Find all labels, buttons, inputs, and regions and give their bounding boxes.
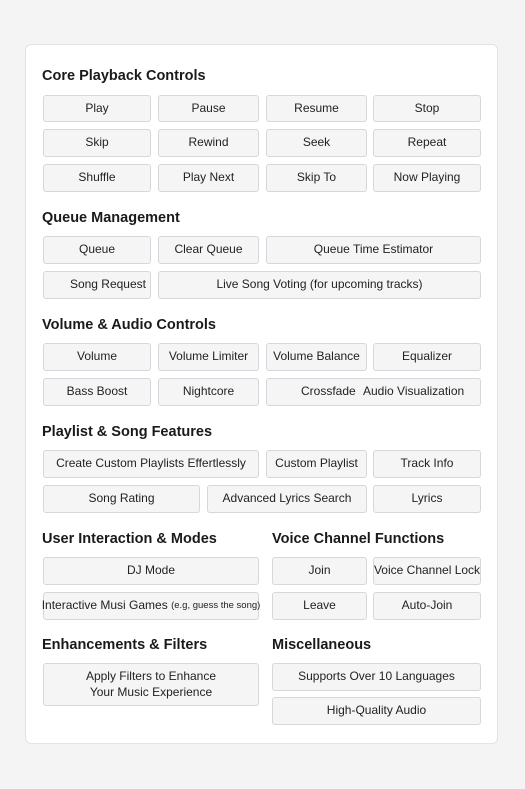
song-request-button[interactable]: Song Request [43,271,151,299]
section-title-voice-channel: Voice Channel Functions [272,531,445,547]
nightcore-button[interactable]: Nightcore [158,378,259,406]
games-label: Interactive Musi Games [41,598,168,613]
create-custom-playlists-button[interactable]: Create Custom Playlists Effertlessly [43,450,259,478]
queue-time-estimator-button[interactable]: Queue Time Estimator [266,236,481,264]
apply-filters-button[interactable]: Apply Filters to Enhance Your Music Expe… [43,663,259,706]
dj-mode-button[interactable]: DJ Mode [43,557,259,585]
auto-join-button[interactable]: Auto-Join [373,592,481,620]
custom-playlist-button[interactable]: Custom Playlist [266,450,367,478]
stop-button[interactable]: Stop [373,95,481,122]
seek-button[interactable]: Seek [266,129,367,157]
rewind-button[interactable]: Rewind [158,129,259,157]
volume-balance-button[interactable]: Volume Balance [266,343,367,371]
apply-filters-line1: Apply Filters to Enhance [85,668,217,683]
section-title-misc: Miscellaneous [272,637,372,653]
shuffle-button[interactable]: Shuffle [43,164,151,192]
equalizer-button[interactable]: Equalizer [373,343,481,371]
resume-button[interactable]: Resume [266,95,367,122]
section-title-enhancements: Enhancements & Filters [42,637,208,653]
games-note: (e.g, guess the song) [171,599,261,611]
apply-filters-line2: Your Music Experience [89,684,213,699]
interactive-music-games-button[interactable]: Interactive Musi Games (e.g, guess the s… [41,592,261,620]
queue-button[interactable]: Queue [43,236,151,264]
song-rating-button[interactable]: Song Rating [43,485,200,513]
crossfade-button[interactable]: Crossfade [301,384,356,400]
skip-button[interactable]: Skip [43,129,151,157]
join-button[interactable]: Join [272,557,367,585]
clear-queue-button[interactable]: Clear Queue [158,236,259,264]
play-button[interactable]: Play [43,95,151,122]
repeat-button[interactable]: Repeat [373,129,481,157]
crossfade-visualization-group: Crossfade Audio Visualization [266,378,481,406]
voice-channel-lock-button[interactable]: Voice Channel Lock [373,557,481,585]
section-title-queue: Queue Management [42,210,180,226]
play-next-button[interactable]: Play Next [158,164,259,192]
now-playing-button[interactable]: Now Playing [373,164,481,192]
section-title-user-interaction: User Interaction & Modes [42,531,217,547]
languages-button[interactable]: Supports Over 10 Languages [272,663,481,691]
volume-limiter-button[interactable]: Volume Limiter [158,343,259,371]
track-info-button[interactable]: Track Info [373,450,481,478]
section-title-volume: Volume & Audio Controls [42,317,216,333]
bass-boost-button[interactable]: Bass Boost [43,378,151,406]
lyrics-button[interactable]: Lyrics [373,485,481,513]
leave-button[interactable]: Leave [272,592,367,620]
advanced-lyrics-search-button[interactable]: Advanced Lyrics Search [207,485,367,513]
volume-button[interactable]: Volume [43,343,151,371]
section-title-playlist: Playlist & Song Features [42,424,213,440]
pause-button[interactable]: Pause [158,95,259,122]
audio-visualization-button[interactable]: Audio Visualization [363,384,464,400]
skip-to-button[interactable]: Skip To [266,164,367,192]
live-song-voting-button[interactable]: Live Song Voting (for upcoming tracks) [158,271,481,299]
high-quality-audio-button[interactable]: High-Quality Audio [272,697,481,725]
section-title-core-playback: Core Playback Controls [42,68,206,84]
